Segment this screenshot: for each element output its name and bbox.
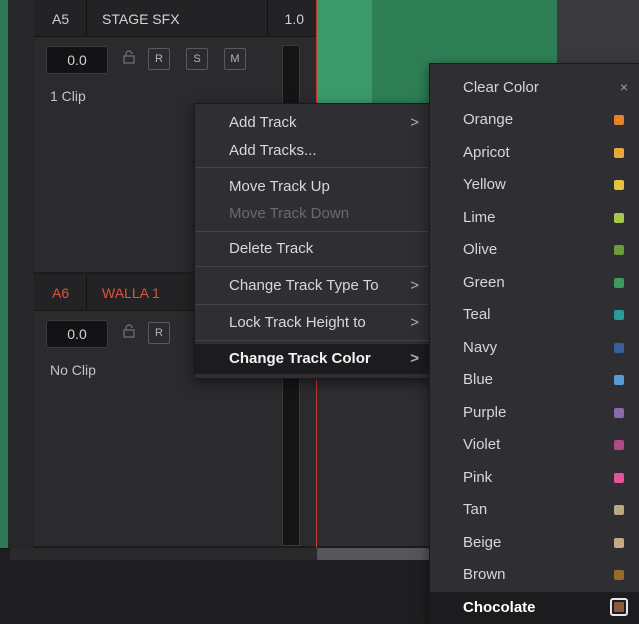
color-swatch bbox=[614, 115, 624, 125]
menu-item-add-track[interactable]: Add Track > bbox=[195, 110, 431, 136]
track-color-submenu: Clear Color × Orange Apricot Yellow Lime Oli… bbox=[429, 63, 639, 624]
scrollbar-thumb[interactable] bbox=[317, 548, 429, 560]
color-swatch bbox=[614, 407, 624, 418]
track-color-strip bbox=[0, 0, 8, 550]
menu-item-change-track-type[interactable]: Change Track Type To > bbox=[195, 273, 431, 299]
clip-count: No Clip bbox=[50, 362, 96, 378]
color-option-label: Blue bbox=[463, 371, 494, 388]
color-option-yellow[interactable]: Yellow bbox=[430, 169, 639, 201]
color-option-label: Tan bbox=[463, 501, 488, 518]
color-option-teal[interactable]: Teal bbox=[430, 299, 639, 331]
color-option-label: Apricot bbox=[463, 143, 510, 161]
color-option-beige[interactable]: Beige bbox=[430, 527, 639, 559]
color-option-lime[interactable]: Lime bbox=[430, 202, 639, 234]
chevron-right-icon: > bbox=[410, 114, 419, 131]
color-swatch bbox=[614, 212, 624, 223]
color-option-violet[interactable]: Violet bbox=[430, 429, 639, 461]
color-option-label: Olive bbox=[463, 241, 498, 258]
track-index-column bbox=[8, 0, 35, 550]
color-option-label: Yellow bbox=[463, 176, 506, 193]
track-context-menu: Add Track > Add Tracks... Move Track Up … bbox=[194, 103, 432, 379]
color-option-brown[interactable]: Brown bbox=[430, 559, 639, 591]
chevron-right-icon: > bbox=[410, 314, 419, 331]
color-swatch bbox=[614, 570, 624, 580]
track-header[interactable]: A5 STAGE SFX 1.0 bbox=[34, 0, 316, 37]
color-option-green[interactable]: Green bbox=[430, 267, 639, 299]
color-swatch bbox=[614, 375, 624, 385]
color-swatch bbox=[614, 147, 624, 158]
clip-count: 1 Clip bbox=[50, 88, 86, 104]
track-name[interactable]: WALLA 1 bbox=[102, 285, 160, 301]
color-option-purple[interactable]: Purple bbox=[430, 397, 639, 429]
color-swatch-selected bbox=[610, 597, 628, 616]
menu-item-lock-track-height[interactable]: Lock Track Height to > bbox=[195, 310, 431, 336]
record-button[interactable]: R bbox=[148, 322, 170, 344]
track-number: A5 bbox=[52, 11, 70, 27]
color-option-label: Teal bbox=[463, 306, 491, 323]
color-option-label: Pink bbox=[463, 468, 493, 486]
color-swatch bbox=[614, 245, 624, 255]
track-number: A6 bbox=[52, 285, 70, 301]
lock-icon[interactable] bbox=[122, 324, 136, 338]
color-option-olive[interactable]: Olive bbox=[430, 234, 639, 266]
menu-item-move-track-up[interactable]: Move Track Up bbox=[195, 174, 431, 200]
menu-item-add-tracks[interactable]: Add Tracks... bbox=[195, 138, 431, 164]
color-option-pink[interactable]: Pink bbox=[430, 462, 639, 494]
color-swatch bbox=[614, 537, 624, 548]
lock-icon[interactable] bbox=[122, 50, 136, 64]
track-volume: 1.0 bbox=[284, 11, 304, 27]
menu-item-change-track-color[interactable]: Change Track Color > bbox=[195, 344, 431, 374]
color-option-label: Beige bbox=[463, 533, 502, 551]
color-swatch bbox=[614, 180, 624, 190]
chevron-right-icon: > bbox=[410, 277, 419, 294]
menu-item-clear-color[interactable]: Clear Color × bbox=[430, 72, 639, 104]
color-option-label: Green bbox=[463, 273, 505, 291]
track-name[interactable]: STAGE SFX bbox=[102, 11, 180, 27]
color-option-orange[interactable]: Orange bbox=[430, 104, 639, 136]
color-swatch bbox=[614, 310, 624, 320]
color-swatch bbox=[614, 440, 624, 450]
menu-item-delete-track[interactable]: Delete Track bbox=[195, 236, 431, 262]
color-option-blue[interactable]: Blue bbox=[430, 364, 639, 396]
gain-field[interactable]: 0.0 bbox=[46, 46, 108, 74]
color-option-navy[interactable]: Navy bbox=[430, 332, 639, 364]
color-swatch bbox=[614, 277, 624, 288]
color-option-label: Brown bbox=[463, 566, 506, 583]
color-option-tan[interactable]: Tan bbox=[430, 494, 639, 526]
record-button[interactable]: R bbox=[148, 48, 170, 70]
color-option-label: Lime bbox=[463, 208, 496, 226]
menu-item-move-track-down: Move Track Down bbox=[229, 205, 350, 222]
color-swatch bbox=[614, 472, 624, 483]
gain-field[interactable]: 0.0 bbox=[46, 320, 108, 348]
color-option-apricot[interactable]: Apricot bbox=[430, 137, 639, 169]
color-option-chocolate[interactable]: Chocolate bbox=[430, 591, 639, 624]
close-icon[interactable]: × bbox=[620, 79, 628, 95]
color-option-label: Navy bbox=[463, 338, 498, 356]
color-option-label: Orange bbox=[463, 111, 514, 128]
color-option-label: Chocolate bbox=[463, 598, 536, 616]
color-option-label: Violet bbox=[463, 436, 501, 453]
color-option-label: Purple bbox=[463, 403, 507, 421]
solo-button[interactable]: S bbox=[186, 48, 208, 70]
mute-button[interactable]: M bbox=[224, 48, 246, 70]
chevron-right-icon: > bbox=[410, 350, 419, 367]
color-swatch bbox=[614, 505, 624, 515]
color-swatch bbox=[614, 342, 624, 353]
